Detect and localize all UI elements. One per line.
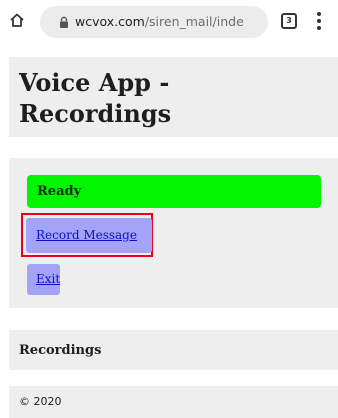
record-message-label[interactable]: Record Message [36,228,137,243]
main-panel: Ready Record Message Exit [9,158,338,308]
exit-label[interactable]: Exit [36,272,60,287]
status-bar: Ready [27,175,321,208]
url-path: /siren_mail/inde [144,14,244,29]
exit-button[interactable]: Exit [27,264,60,295]
lock-icon [60,16,68,28]
tabs-icon[interactable]: 3 [281,13,297,29]
footer-panel: © 2020 [9,386,338,418]
record-message-button[interactable]: Record Message [26,218,152,253]
recordings-panel: Recordings [9,330,338,370]
home-icon[interactable] [9,12,25,28]
url-host: wcvox.com [75,14,145,29]
header-panel: Voice App - Recordings [9,57,338,137]
browser-toolbar: wcvox.com/siren_mail/inde 3 [0,0,338,46]
url-text: wcvox.com/siren_mail/inde [75,14,244,30]
address-bar[interactable]: wcvox.com/siren_mail/inde [40,6,268,38]
recordings-heading: Recordings [19,343,102,358]
footer-copyright: © 2020 [19,395,62,408]
overflow-menu-icon[interactable] [317,12,321,30]
page-title: Voice App - Recordings [19,68,172,128]
status-text: Ready [37,184,82,199]
